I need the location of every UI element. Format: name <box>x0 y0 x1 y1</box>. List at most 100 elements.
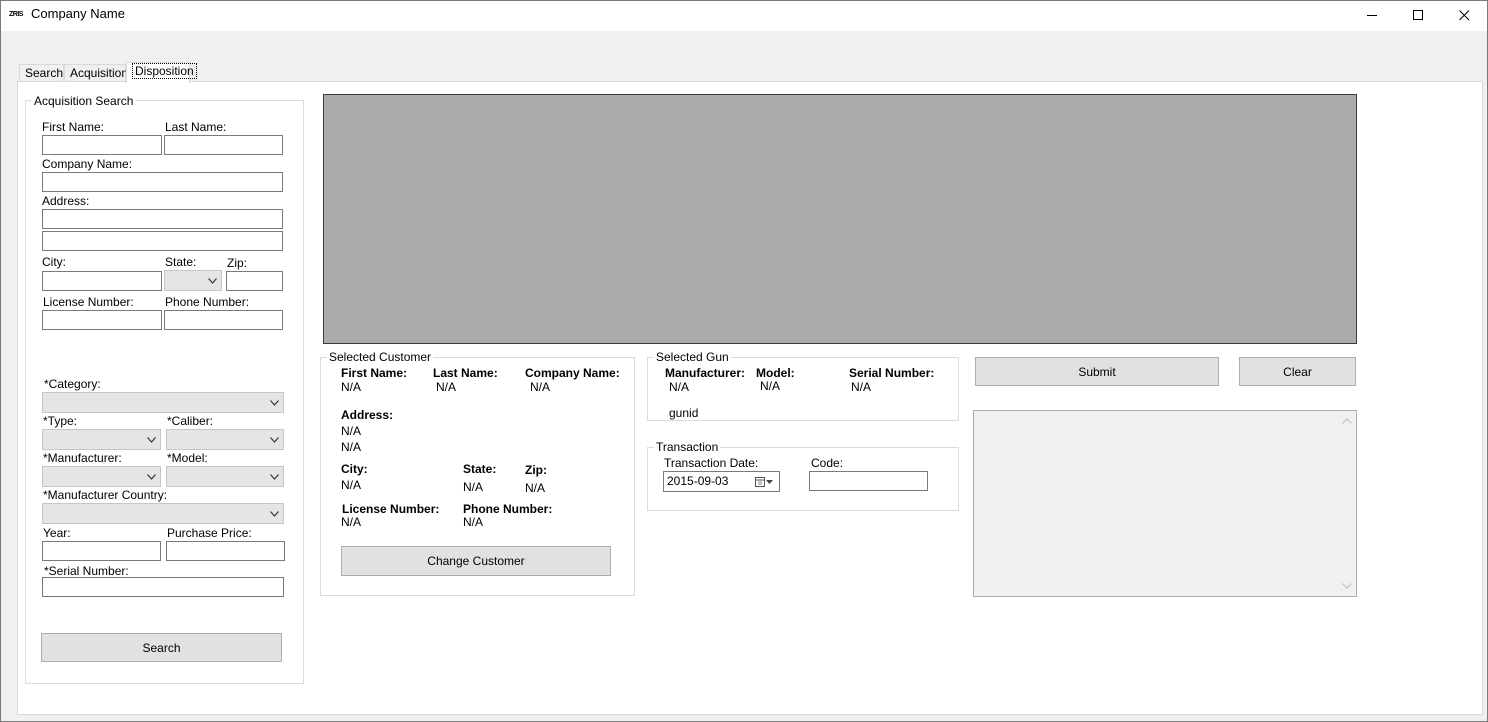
chevron-down-icon <box>147 436 156 443</box>
license-number-input[interactable] <box>42 310 162 330</box>
gun-model-value: N/A <box>760 379 781 393</box>
phone-number-label: Phone Number: <box>165 295 250 309</box>
group-title: Selected Gun <box>654 350 731 364</box>
address-label: Address: <box>42 194 90 208</box>
gun-manufacturer-label: Manufacturer: <box>665 366 746 380</box>
category-label: *Category: <box>44 377 101 391</box>
purchase-price-input[interactable] <box>166 541 285 561</box>
chevron-down-icon <box>208 277 217 284</box>
chevron-down-icon <box>270 436 279 443</box>
state-select[interactable] <box>164 270 222 291</box>
manufacturer-label: *Manufacturer: <box>43 451 122 465</box>
company-name-label: Company Name: <box>42 157 133 171</box>
customer-company-name-value: N/A <box>530 380 551 394</box>
submit-button[interactable]: Submit <box>975 357 1219 386</box>
maximize-icon <box>1412 10 1423 20</box>
manufacturer-select[interactable] <box>42 466 161 487</box>
customer-address-line1: N/A <box>341 424 362 438</box>
search-button[interactable]: Search <box>41 633 282 662</box>
serial-number-input[interactable] <box>42 577 284 597</box>
tab-acquisition[interactable]: Acquisition <box>64 64 129 82</box>
tab-search[interactable]: Search <box>19 64 64 82</box>
scroll-up-icon[interactable] <box>1342 418 1352 424</box>
customer-zip-value: N/A <box>525 481 546 495</box>
customer-first-name-label: First Name: <box>341 366 408 380</box>
scroll-down-icon[interactable] <box>1342 583 1352 589</box>
maximize-button[interactable] <box>1395 1 1441 30</box>
tab-label: Acquisition <box>70 66 129 80</box>
chevron-down-icon <box>270 510 279 517</box>
customer-license-number-value: N/A <box>341 515 362 529</box>
transaction-date-picker[interactable]: 2015-09-03 <box>663 471 780 492</box>
type-label: *Type: <box>43 414 78 428</box>
customer-last-name-value: N/A <box>436 380 457 394</box>
group-title: Acquisition Search <box>32 94 136 108</box>
customer-first-name-value: N/A <box>341 380 362 394</box>
model-select[interactable] <box>166 466 284 487</box>
address-line1-input[interactable] <box>42 209 283 229</box>
year-input[interactable] <box>42 541 161 561</box>
customer-city-value: N/A <box>341 478 362 492</box>
customer-phone-number-label: Phone Number: <box>463 502 553 516</box>
zip-input[interactable] <box>226 271 283 291</box>
chevron-down-icon <box>147 473 156 480</box>
change-customer-button-label: Change Customer <box>427 554 525 568</box>
customer-last-name-label: Last Name: <box>433 366 498 380</box>
output-textarea[interactable] <box>973 410 1357 597</box>
search-button-label: Search <box>142 640 181 655</box>
last-name-input[interactable] <box>164 135 283 155</box>
app-icon: ZRIS <box>9 11 23 18</box>
state-label: State: <box>165 255 197 269</box>
image-preview-panel <box>323 94 1357 344</box>
clear-button-label: Clear <box>1283 364 1312 379</box>
customer-phone-number-value: N/A <box>463 515 484 529</box>
type-select[interactable] <box>42 429 161 450</box>
manufacturer-country-label: *Manufacturer Country: <box>43 488 168 502</box>
customer-city-label: City: <box>341 462 368 476</box>
gun-model-label: Model: <box>756 366 795 380</box>
category-select[interactable] <box>42 392 284 413</box>
code-input[interactable] <box>809 471 928 491</box>
first-name-input[interactable] <box>42 135 162 155</box>
group-title: Selected Customer <box>327 350 434 364</box>
tab-disposition[interactable]: Disposition <box>126 62 197 83</box>
customer-address-label: Address: <box>341 408 394 422</box>
transaction-date-value: 2015-09-03 <box>667 474 729 488</box>
close-icon <box>1458 10 1469 21</box>
customer-license-number-label: License Number: <box>342 502 440 516</box>
customer-company-name-label: Company Name: <box>525 366 620 380</box>
title-bar[interactable] <box>1 1 1487 31</box>
city-label: City: <box>42 255 66 269</box>
caliber-label: *Caliber: <box>167 414 214 428</box>
phone-number-input[interactable] <box>164 310 283 330</box>
customer-state-label: State: <box>463 462 497 476</box>
chevron-down-icon <box>270 399 279 406</box>
gun-serial-number-value: N/A <box>851 380 872 394</box>
change-customer-button[interactable]: Change Customer <box>341 546 611 576</box>
company-name-input[interactable] <box>42 172 283 192</box>
clear-button[interactable]: Clear <box>1239 357 1356 386</box>
model-label: *Model: <box>167 451 208 465</box>
chevron-down-icon <box>270 473 279 480</box>
group-title: Transaction <box>654 440 721 454</box>
minimize-button[interactable] <box>1349 1 1395 30</box>
transaction-date-label: Transaction Date: <box>664 456 759 470</box>
first-name-label: First Name: <box>42 120 105 134</box>
city-input[interactable] <box>42 271 162 291</box>
gun-manufacturer-value: N/A <box>669 380 690 394</box>
calendar-dropdown-icon <box>755 477 773 487</box>
address-line2-input[interactable] <box>42 231 283 251</box>
close-button[interactable] <box>1441 1 1487 30</box>
last-name-label: Last Name: <box>165 120 227 134</box>
gun-serial-number-label: Serial Number: <box>849 366 935 380</box>
customer-zip-label: Zip: <box>525 463 547 477</box>
minimize-icon <box>1366 15 1377 16</box>
caliber-select[interactable] <box>166 429 284 450</box>
submit-button-label: Submit <box>1078 364 1116 379</box>
serial-number-label: *Serial Number: <box>44 564 129 578</box>
manufacturer-country-select[interactable] <box>42 503 284 524</box>
zip-label: Zip: <box>227 256 248 270</box>
customer-address-line2: N/A <box>341 440 362 454</box>
year-label: Year: <box>43 526 71 540</box>
customer-state-value: N/A <box>463 480 484 494</box>
